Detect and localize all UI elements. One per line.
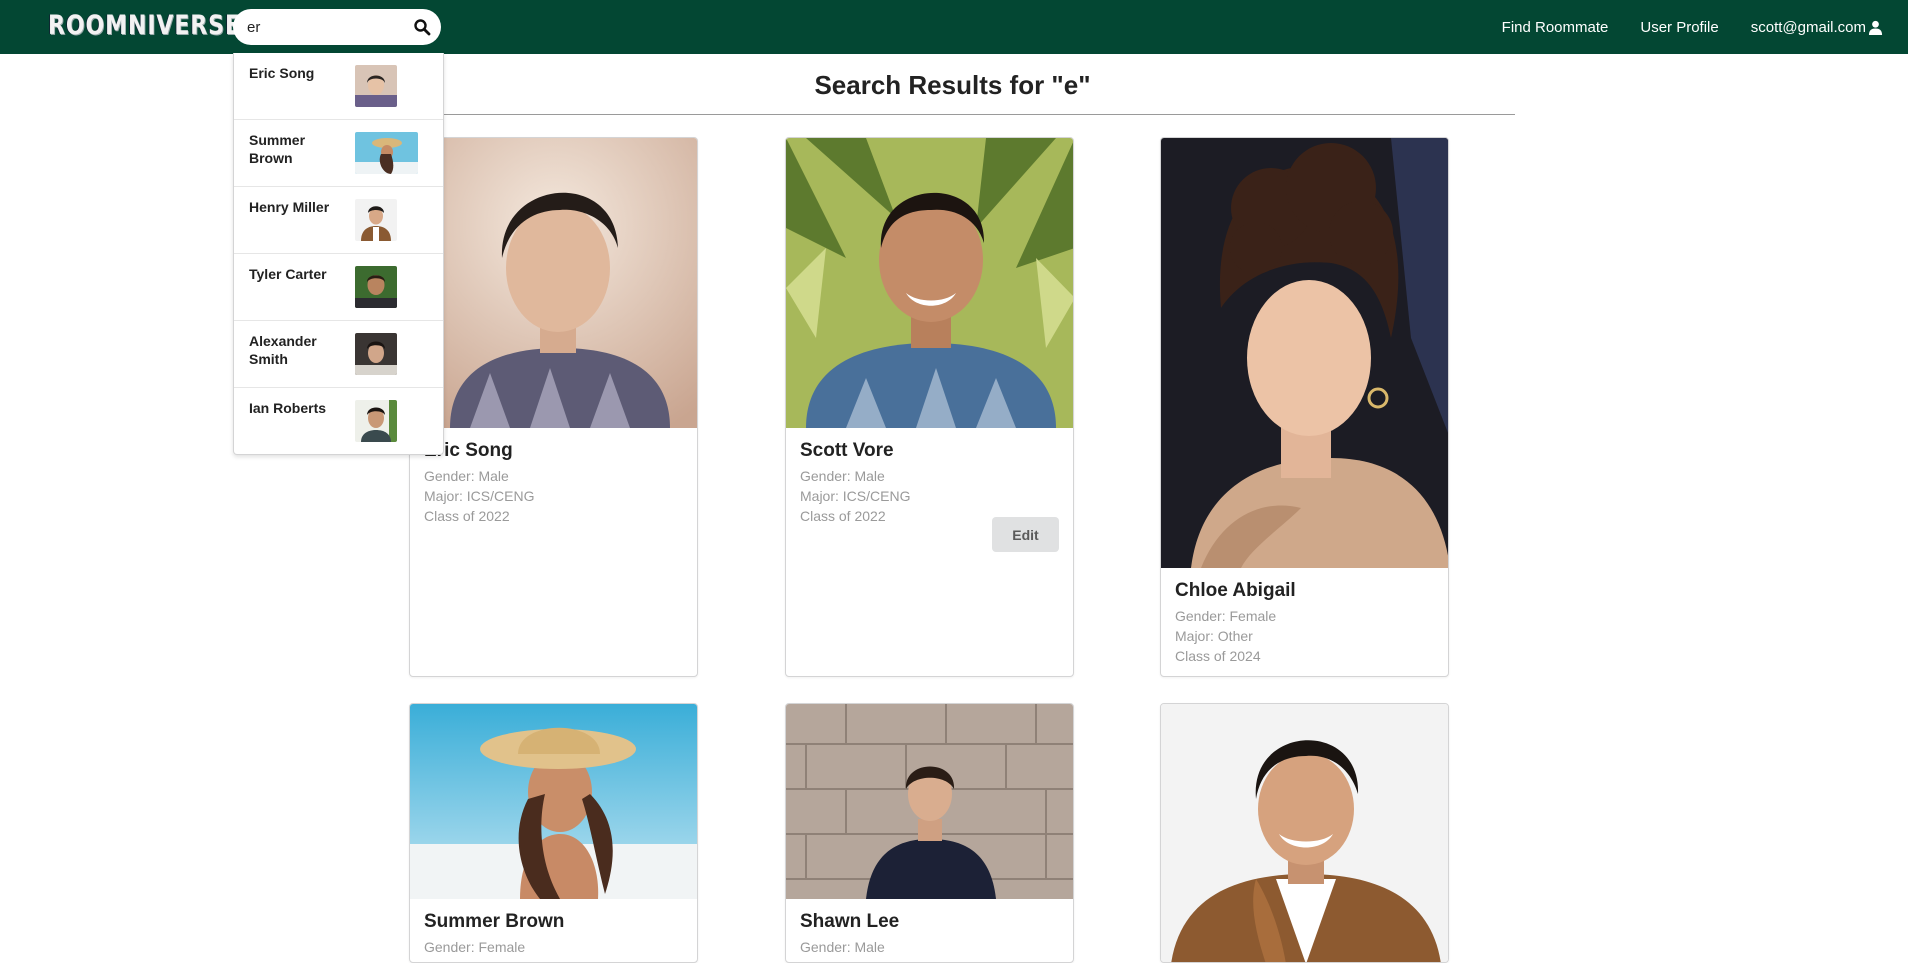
- dropdown-item[interactable]: Summer Brown: [234, 120, 443, 187]
- search-results-dropdown: Eric Song Summer Brown Henry Miller Tyle…: [233, 53, 444, 455]
- card-major: Major: Other: [1175, 628, 1253, 644]
- edit-button[interactable]: Edit: [992, 517, 1059, 552]
- search-box: [233, 9, 441, 45]
- card-class: Class of 2024: [1175, 648, 1261, 664]
- card-body: Shawn Lee Gender: Male: [786, 899, 1073, 962]
- title-divider: [430, 114, 1515, 115]
- dropdown-item[interactable]: Tyler Carter: [234, 254, 443, 321]
- card-major: Major: ICS/CENG: [800, 488, 911, 504]
- card-name: Scott Vore: [800, 440, 894, 461]
- page-title: Search Results for "e": [814, 70, 1091, 100]
- profile-photo: [786, 138, 1073, 428]
- dropdown-item[interactable]: Eric Song: [234, 53, 443, 120]
- card-gender: Gender: Male: [800, 939, 885, 955]
- avatar: [355, 266, 397, 308]
- avatar: [355, 333, 397, 375]
- card-body: Summer Brown Gender: Female: [410, 899, 697, 962]
- profile-photo: [1161, 138, 1448, 568]
- card-name: Chloe Abigail: [1175, 580, 1296, 601]
- profile-photo: [786, 704, 1073, 899]
- profile-photo: [410, 138, 697, 428]
- nav-find-roommate[interactable]: Find Roommate: [1502, 19, 1609, 36]
- dropdown-item-name: Eric Song: [249, 65, 315, 81]
- avatar: [355, 400, 397, 442]
- card-class: Class of 2022: [424, 508, 510, 524]
- dropdown-item[interactable]: Ian Roberts: [234, 388, 443, 454]
- user-icon: [1868, 20, 1883, 35]
- dropdown-item-name: Summer Brown: [249, 132, 306, 166]
- card-body: Eric Song Gender: Male Major: ICS/CENG C…: [410, 428, 697, 536]
- avatar: [355, 65, 397, 107]
- search-icon[interactable]: [413, 18, 431, 36]
- card-gender: Gender: Male: [424, 468, 509, 484]
- logo[interactable]: ROOMNIVERSE: [48, 10, 241, 42]
- card-body: Scott Vore Gender: Male Major: ICS/CENG …: [786, 428, 1073, 552]
- card-major: Major: ICS/CENG: [424, 488, 535, 504]
- dropdown-item-name: Henry Miller: [249, 199, 330, 215]
- card-name: Eric Song: [424, 440, 513, 461]
- profile-card[interactable]: Shawn Lee Gender: Male: [785, 703, 1074, 963]
- avatar: [355, 132, 418, 174]
- card-gender: Gender: Female: [1175, 608, 1277, 624]
- search-input[interactable]: [247, 9, 407, 45]
- profile-photo: [1161, 704, 1448, 962]
- nav-user-profile[interactable]: User Profile: [1640, 19, 1718, 36]
- user-menu[interactable]: scott@gmail.com: [1751, 19, 1883, 36]
- card-name: Summer Brown: [424, 911, 565, 932]
- avatar: [355, 199, 397, 241]
- dropdown-item-name: Ian Roberts: [249, 400, 327, 416]
- nav-links: Find Roommate User Profile scott@gmail.c…: [1502, 0, 1908, 54]
- dropdown-item-name: Alexander Smith: [249, 333, 317, 367]
- dropdown-item-name: Tyler Carter: [249, 266, 327, 282]
- top-navbar: ROOMNIVERSE Find Roommate User Profile s…: [0, 0, 1908, 54]
- dropdown-item[interactable]: Henry Miller: [234, 187, 443, 254]
- card-gender: Gender: Female: [424, 939, 526, 955]
- profile-card[interactable]: Summer Brown Gender: Female: [409, 703, 698, 963]
- card-name: Shawn Lee: [800, 911, 900, 932]
- card-body: Chloe Abigail Gender: Female Major: Othe…: [1161, 568, 1448, 676]
- profile-photo: [410, 704, 697, 899]
- card-gender: Gender: Male: [800, 468, 885, 484]
- profile-card[interactable]: Eric Song Gender: Male Major: ICS/CENG C…: [409, 137, 698, 677]
- dropdown-item[interactable]: Alexander Smith: [234, 321, 443, 388]
- user-email: scott@gmail.com: [1750, 18, 1866, 36]
- profile-card[interactable]: [1160, 703, 1449, 963]
- profile-card[interactable]: Scott Vore Gender: Male Major: ICS/CENG …: [785, 137, 1074, 677]
- profile-card[interactable]: Chloe Abigail Gender: Female Major: Othe…: [1160, 137, 1449, 677]
